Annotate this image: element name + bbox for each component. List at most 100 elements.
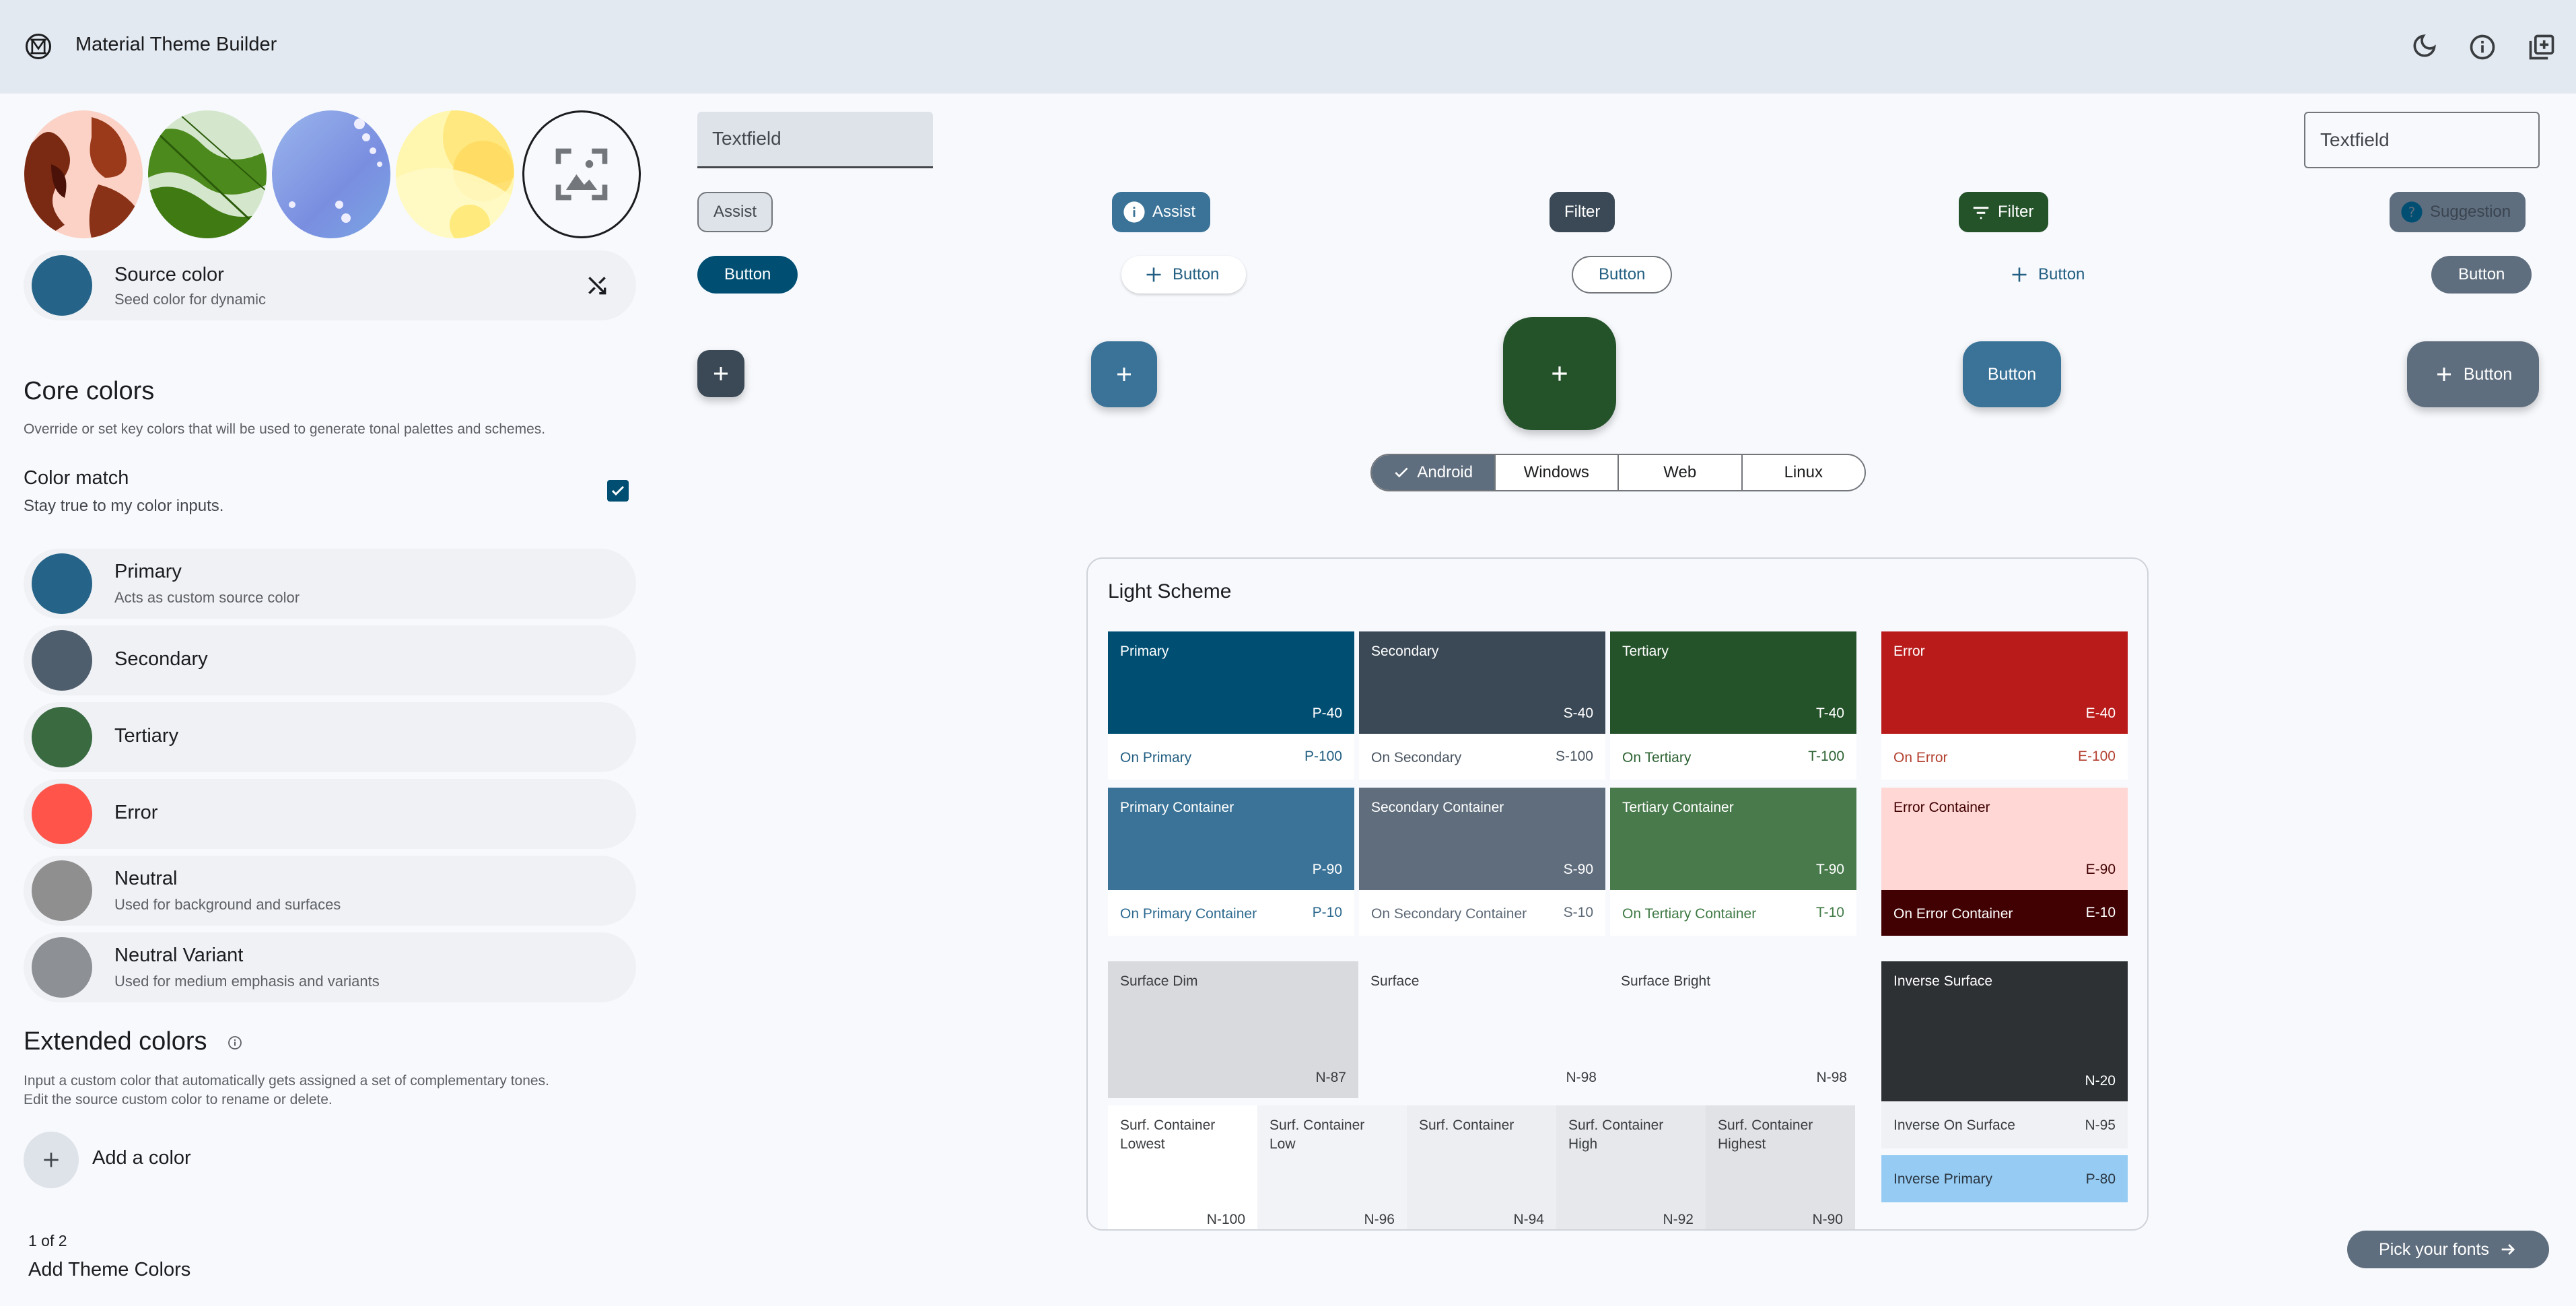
source-color-row[interactable]: Source color Seed color for dynamic <box>24 250 636 320</box>
segment-label: Web <box>1663 463 1697 481</box>
tile-inverse-primary[interactable]: Inverse Primary P-80 <box>1881 1155 2128 1202</box>
pick-fonts-label: Pick your fonts <box>2379 1239 2489 1259</box>
tile-on-tertiary-container[interactable]: On Tertiary Container T-10 <box>1610 890 1856 936</box>
add-to-library-icon[interactable] <box>2527 32 2556 62</box>
large-fab[interactable] <box>1503 317 1616 430</box>
tile-inverse-on-surface[interactable]: Inverse On Surface N-95 <box>1881 1101 2128 1148</box>
segment-linux[interactable]: Linux <box>1743 455 1865 490</box>
tile-on-tertiary[interactable]: On Tertiary T-100 <box>1610 734 1856 780</box>
small-fab[interactable] <box>697 350 744 397</box>
filled-textfield[interactable]: Textfield <box>697 112 933 168</box>
tile-tone: S-10 <box>1563 905 1593 920</box>
tile-primary-container[interactable]: Primary Container P-90 <box>1108 788 1354 890</box>
tile-label: Surface Bright <box>1621 973 1711 989</box>
source-color-title: Source color <box>114 264 224 285</box>
core-color-row-secondary[interactable]: Secondary <box>24 625 636 695</box>
tile-label-line2: Lowest <box>1120 1136 1165 1152</box>
tile-error[interactable]: Error E-40 <box>1881 631 2128 734</box>
red-leaves-wallpaper[interactable] <box>24 110 143 238</box>
tile-surface-container-0[interactable]: Surf. Container Lowest N-100 <box>1108 1105 1257 1229</box>
tile-label: Error <box>1893 644 1925 659</box>
extended-fab[interactable]: Button <box>1963 341 2061 407</box>
pick-fonts-button[interactable]: Pick your fonts <box>2347 1231 2549 1268</box>
color-swatch[interactable] <box>32 630 92 691</box>
tile-on-error-container[interactable]: On Error Container E-10 <box>1881 890 2128 936</box>
tile-on-error[interactable]: On Error E-100 <box>1881 734 2128 780</box>
dark-mode-moon-icon[interactable] <box>2408 32 2438 62</box>
add-color-button[interactable] <box>24 1132 79 1188</box>
green-leaf-wallpaper[interactable] <box>148 110 267 238</box>
tile-on-secondary-container[interactable]: On Secondary Container S-10 <box>1359 890 1605 936</box>
shuffle-icon[interactable] <box>584 272 611 299</box>
color-swatch[interactable] <box>32 707 92 767</box>
blue-flowers-wallpaper[interactable] <box>272 110 390 238</box>
tile-on-primary-container[interactable]: On Primary Container P-10 <box>1108 890 1354 936</box>
color-swatch[interactable] <box>32 860 92 921</box>
segment-web[interactable]: Web <box>1619 455 1743 490</box>
tile-surface-container-2[interactable]: Surf. Container N-94 <box>1407 1105 1556 1229</box>
tile-surface-bright[interactable]: Surface Bright N-98 <box>1609 961 1859 1098</box>
color-swatch[interactable] <box>32 784 92 844</box>
tile-secondary-container[interactable]: Secondary Container S-90 <box>1359 788 1605 890</box>
extended-fab-icon[interactable]: Button <box>2407 341 2539 407</box>
upload-image-button[interactable] <box>522 110 641 238</box>
info-icon[interactable] <box>2468 32 2497 62</box>
core-color-row-error[interactable]: Error <box>24 779 636 849</box>
core-color-row-neutral[interactable]: Neutral Used for background and surfaces <box>24 856 636 926</box>
elevated-icon-button[interactable]: Button <box>1121 256 1247 294</box>
outlined-textfield-label: Textfield <box>2320 129 2390 150</box>
filled-button[interactable]: Button <box>697 256 798 294</box>
color-match-checkbox[interactable] <box>607 480 629 502</box>
tile-primary[interactable]: Primary P-40 <box>1108 631 1354 734</box>
core-color-row-tertiary[interactable]: Tertiary <box>24 702 636 772</box>
tile-label: Surface Dim <box>1120 973 1198 989</box>
core-color-row-primary[interactable]: Primary Acts as custom source color <box>24 549 636 619</box>
platform-segmented-button: Android Windows Web Linux <box>1370 454 1866 491</box>
button-label: Button <box>1599 265 1646 283</box>
tile-error-container[interactable]: Error Container E-90 <box>1881 788 2128 890</box>
core-color-title: Error <box>114 802 158 823</box>
add-color-label[interactable]: Add a color <box>92 1147 191 1169</box>
tile-on-secondary[interactable]: On Secondary S-100 <box>1359 734 1605 780</box>
outlined-textfield[interactable]: Textfield <box>2304 112 2540 168</box>
tile-surface-dim[interactable]: Surface Dim N-87 <box>1108 961 1358 1098</box>
tile-tone: N-98 <box>1566 1070 1597 1085</box>
outlined-button[interactable]: Button <box>1572 256 1673 294</box>
color-swatch[interactable] <box>32 937 92 998</box>
tile-label: On Tertiary Container <box>1622 906 1757 922</box>
tile-secondary[interactable]: Secondary S-40 <box>1359 631 1605 734</box>
medium-fab[interactable] <box>1091 341 1157 407</box>
core-color-row-neutral-variant[interactable]: Neutral Variant Used for medium emphasis … <box>24 932 636 1002</box>
assist-chip-outlined[interactable]: Assist <box>697 192 773 232</box>
tile-tertiary[interactable]: Tertiary T-40 <box>1610 631 1856 734</box>
help-icon: ? <box>2401 201 2423 223</box>
filter-chip[interactable]: Filter <box>1550 192 1615 232</box>
tile-surface-container-3[interactable]: Surf. Container High N-92 <box>1556 1105 1706 1229</box>
source-color-swatch[interactable] <box>32 255 92 316</box>
filter-chip-icon[interactable]: Filter <box>1959 192 2049 232</box>
tile-surface-container-1[interactable]: Surf. Container Low N-96 <box>1257 1105 1407 1229</box>
tile-tone: N-20 <box>2085 1073 2116 1089</box>
tile-tone: S-40 <box>1563 706 1593 721</box>
color-swatch[interactable] <box>32 553 92 614</box>
green-leaf-image <box>148 110 267 238</box>
tile-label: Secondary Container <box>1371 800 1504 815</box>
assist-chip-icon[interactable]: Assist <box>1112 192 1211 232</box>
suggestion-chip-disabled[interactable]: ? Suggestion <box>2390 192 2526 232</box>
segment-android[interactable]: Android <box>1372 455 1496 490</box>
yellow-drop-wallpaper[interactable] <box>396 110 514 238</box>
tile-surface-container-4[interactable]: Surf. Container Highest N-90 <box>1706 1105 1855 1229</box>
tile-on-primary[interactable]: On Primary P-100 <box>1108 734 1354 780</box>
tonal-button[interactable]: Button <box>2431 256 2532 294</box>
tile-inverse-surface[interactable]: Inverse Surface N-20 <box>1881 961 2128 1101</box>
segment-windows[interactable]: Windows <box>1496 455 1619 490</box>
red-leaves-image <box>24 117 139 238</box>
tile-label: Surf. Container Highest <box>1718 1118 1813 1153</box>
tile-label: On Secondary <box>1371 750 1462 765</box>
text-icon-button[interactable]: Button <box>1996 256 2098 294</box>
extended-colors-info-icon[interactable] <box>227 1035 243 1051</box>
step-counter: 1 of 2 <box>28 1232 67 1249</box>
plus-icon <box>1117 368 1131 381</box>
tile-surface[interactable]: Surface N-98 <box>1358 961 1609 1098</box>
tile-tertiary-container[interactable]: Tertiary Container T-90 <box>1610 788 1856 890</box>
